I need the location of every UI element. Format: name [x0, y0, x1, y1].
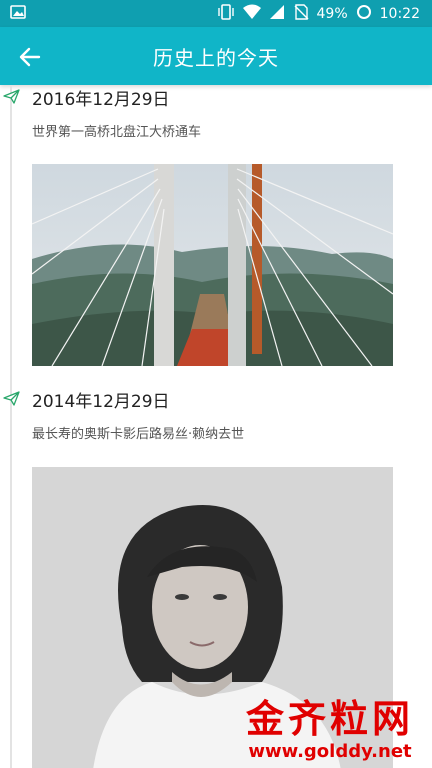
timeline-line: [10, 85, 12, 768]
history-timeline[interactable]: 2016年12月29日 世界第一高桥北盘江大桥通车 2014年12月29日 最长…: [0, 85, 432, 768]
entry-date: 2016年12月29日: [32, 90, 170, 110]
clock: 10:22: [379, 6, 420, 22]
vibrate-icon: [217, 4, 235, 24]
gallery-notification-icon: [10, 5, 26, 23]
paper-plane-icon: [3, 391, 20, 406]
bridge-photo[interactable]: [32, 164, 393, 366]
battery-icon: [356, 4, 372, 24]
wifi-icon: [242, 4, 261, 24]
site-watermark: 金齐粒网 www.golddy.net: [245, 696, 414, 763]
status-bar: 49% 10:22: [0, 0, 432, 27]
paper-plane-icon: [3, 89, 20, 104]
app-bar: 历史上的今天: [0, 27, 432, 85]
watermark-name: 金齐粒网: [245, 696, 414, 741]
page-title: 历史上的今天: [153, 46, 279, 70]
cell-signal-icon: [269, 4, 285, 24]
battery-percent: 49%: [316, 6, 348, 22]
entry-description: 最长寿的奥斯卡影后路易丝·赖纳去世: [32, 427, 245, 442]
no-sim-icon: [293, 4, 309, 24]
watermark-url: www.golddy.net: [248, 741, 412, 762]
entry-date: 2014年12月29日: [32, 392, 170, 412]
entry-description: 世界第一高桥北盘江大桥通车: [32, 125, 202, 140]
